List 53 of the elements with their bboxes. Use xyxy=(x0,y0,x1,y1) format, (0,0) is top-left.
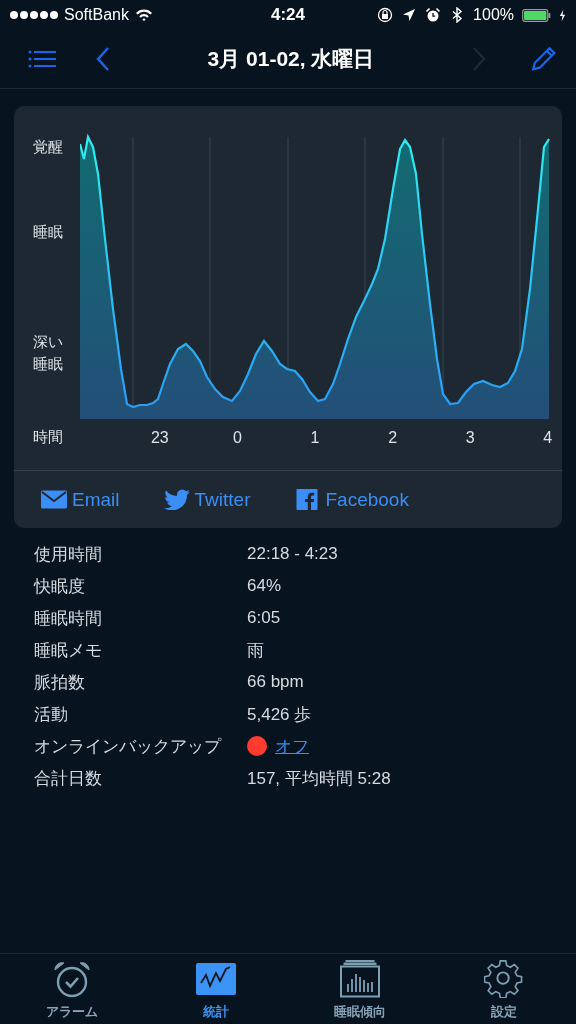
axis-label: 覚醒 xyxy=(33,137,64,157)
battery-percent: 100% xyxy=(473,6,514,24)
wifi-icon xyxy=(134,8,153,22)
tick-label: 3 xyxy=(464,428,476,447)
charging-icon xyxy=(559,8,566,22)
bird-icon xyxy=(163,489,190,510)
stat-label: オンラインバックアップ xyxy=(34,735,223,758)
stat-label: 脈拍数 xyxy=(34,671,86,694)
alarm-clock-icon xyxy=(425,7,442,23)
share-link[interactable]: Facebook xyxy=(294,488,409,511)
tick-label: 1 xyxy=(309,428,321,447)
stat-label: 合計日数 xyxy=(34,767,103,790)
bar-chart-icon xyxy=(340,960,380,998)
rotation-lock-icon xyxy=(377,7,394,23)
tab-button[interactable]: 睡眠傾向 xyxy=(288,954,432,1024)
stat-value: 雨 xyxy=(247,639,264,662)
menu-icon[interactable] xyxy=(28,50,56,68)
battery-icon xyxy=(522,8,551,22)
carrier-name: SoftBank xyxy=(64,6,129,24)
envelope-icon xyxy=(41,489,67,510)
stat-value: 22:18 - 4:23 xyxy=(247,544,338,564)
share-link[interactable]: Twitter xyxy=(163,488,251,511)
alarm-clock-icon xyxy=(52,960,92,998)
stat-label: 睡眠メモ xyxy=(34,639,103,662)
axis-label: 時間 xyxy=(33,428,64,447)
tab-button[interactable]: 設定 xyxy=(432,954,576,1024)
stat-value: 66 bpm xyxy=(247,672,304,692)
location-icon xyxy=(401,7,418,23)
edit-pencil-icon[interactable] xyxy=(530,46,556,72)
date-title: 3月 01-02, 水曜日 xyxy=(206,46,376,72)
tab-button[interactable]: アラーム xyxy=(0,954,144,1024)
stat-label: 睡眠時間 xyxy=(34,607,103,630)
share-link[interactable]: Email xyxy=(41,488,120,511)
stat-value: 5,426 歩 xyxy=(247,703,312,726)
tick-label: 23 xyxy=(149,428,170,447)
axis-label: 深い睡眠 xyxy=(33,332,64,374)
stat-label: 快眠度 xyxy=(34,575,86,598)
tick-label: 0 xyxy=(231,428,243,447)
line-graph-icon xyxy=(196,963,236,995)
tab-button[interactable]: 統計 xyxy=(144,954,288,1024)
facebook-f-icon xyxy=(294,489,321,510)
backup-link[interactable]: オフ xyxy=(275,734,309,758)
axis-label: 睡眠 xyxy=(33,222,64,242)
stat-value: 6:05 xyxy=(247,608,281,628)
tick-label: 2 xyxy=(387,428,399,447)
stat-label: 使用時間 xyxy=(34,543,103,566)
tick-label: 4 xyxy=(542,428,554,447)
stat-label: 活動 xyxy=(34,703,69,726)
stat-value: 64% xyxy=(247,576,282,596)
signal-icon xyxy=(10,10,58,20)
stat-value: 157, 平均時間 5:28 xyxy=(247,767,391,790)
gear-icon xyxy=(484,960,524,998)
clock-time: 4:24 xyxy=(271,5,305,25)
